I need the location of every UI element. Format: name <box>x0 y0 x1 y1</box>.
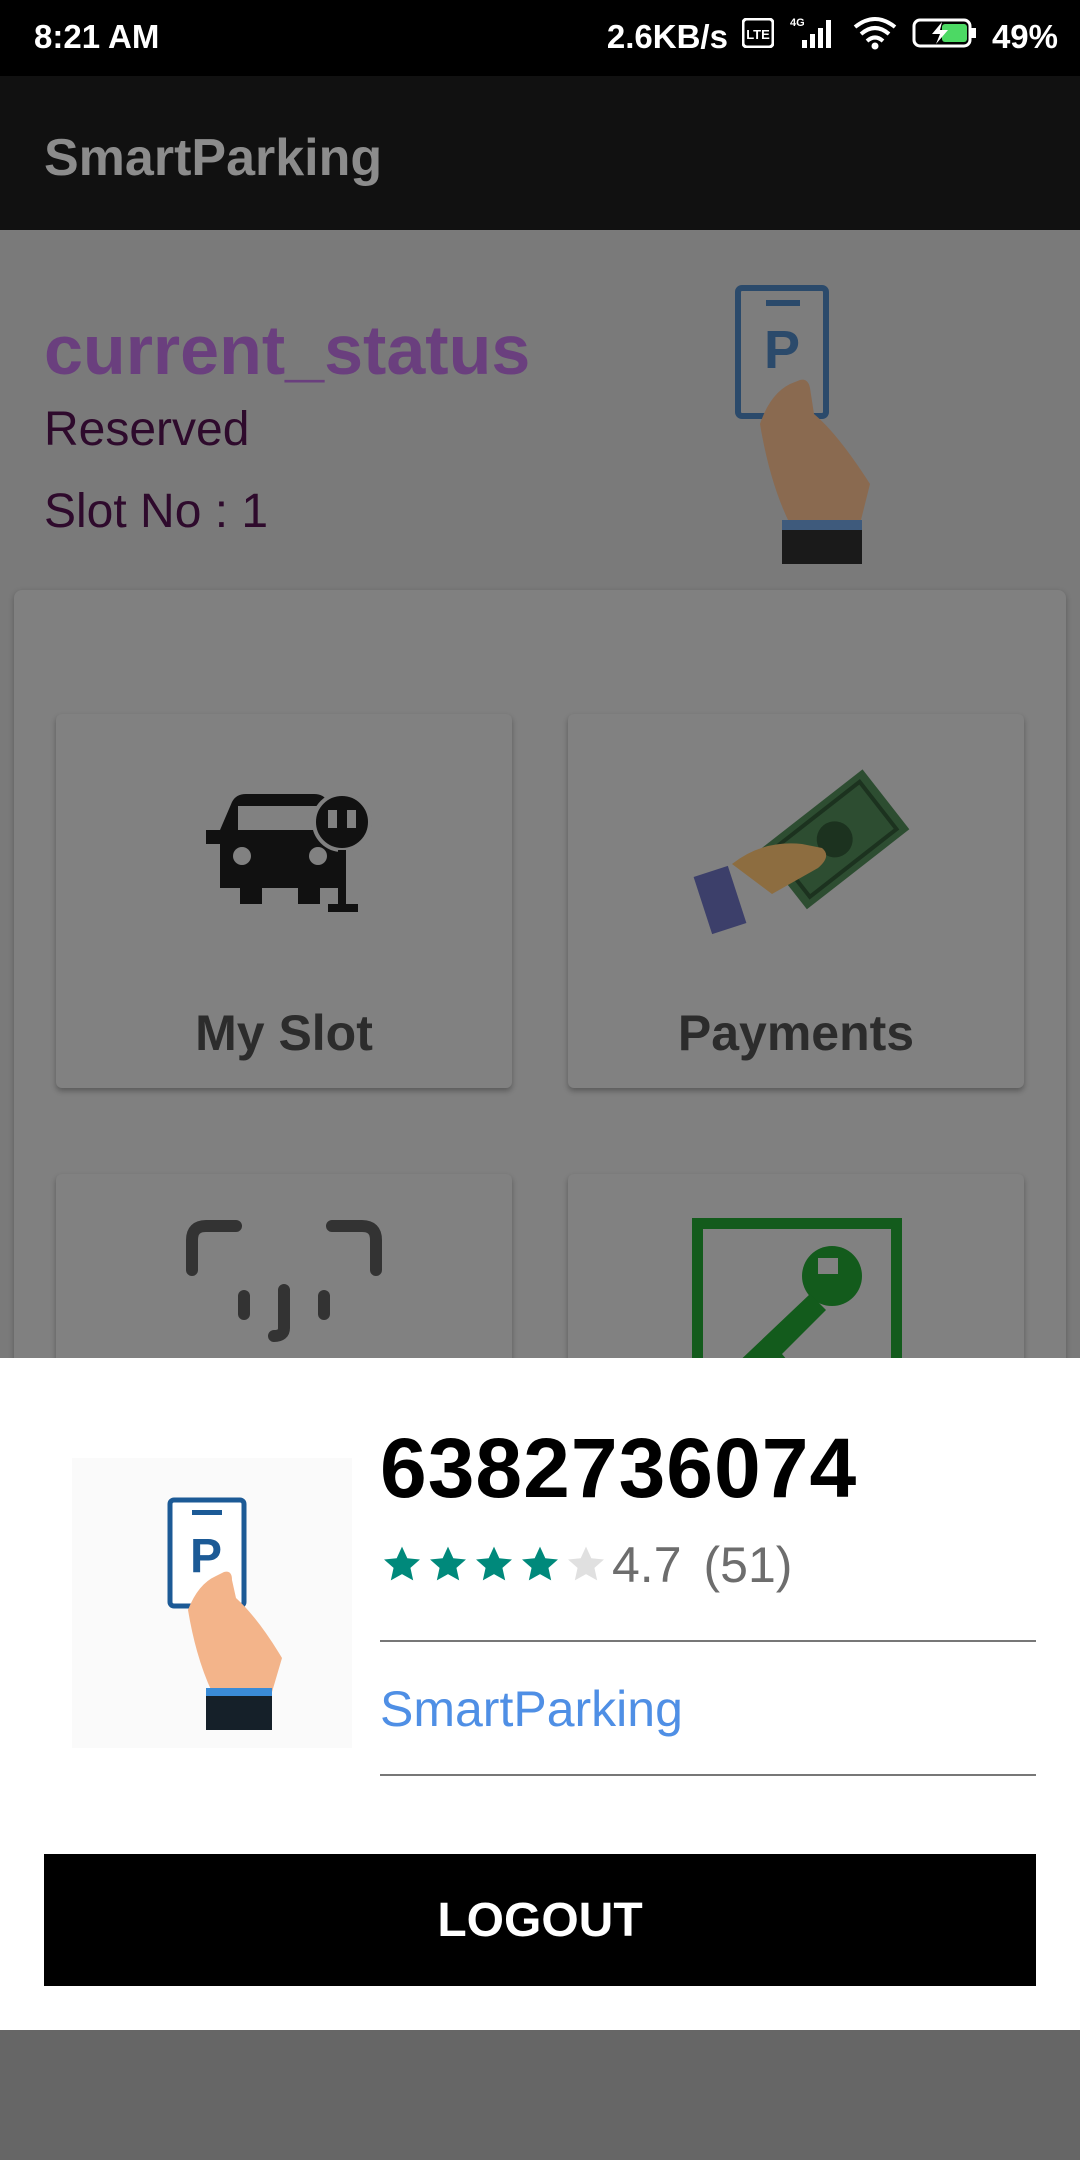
volte-icon: LTE <box>741 17 775 56</box>
star-filled-icon <box>430 1546 466 1581</box>
slot-number: Slot No : 1 <box>44 485 269 538</box>
rating-value: 4.7 <box>612 1537 682 1593</box>
my-slot-label: My Slot <box>195 1005 373 1061</box>
svg-text:4G: 4G <box>790 17 805 29</box>
my-slot-card[interactable]: My Slot <box>56 714 512 1088</box>
battery-percent: 49% <box>991 18 1058 55</box>
app-name-link[interactable]: SmartParking <box>380 1680 683 1738</box>
network-speed: 2.6KB/s <box>606 18 728 55</box>
svg-text:P: P <box>190 1530 222 1583</box>
payments-card[interactable]: Payments <box>568 714 1024 1088</box>
menu-grid: My Slot Payments <box>14 590 1066 1360</box>
star-filled-icon <box>476 1546 512 1581</box>
parking-hand-icon: P <box>730 284 880 569</box>
wifi-icon <box>852 16 898 58</box>
rating-stars <box>380 1543 608 1587</box>
status-icons: 2.6KB/s LTE 4G 49% <box>607 16 1058 58</box>
divider <box>380 1774 1036 1776</box>
star-empty-icon <box>568 1546 604 1581</box>
cellular-signal-icon: 4G <box>788 16 838 58</box>
rating-count: (51) <box>703 1537 793 1593</box>
logout-button[interactable]: LOGOUT <box>44 1854 1036 1986</box>
app-bar: SmartParking <box>0 76 1080 230</box>
face-id-icon <box>186 1220 382 1342</box>
system-nav-bar <box>0 2030 1080 2160</box>
key-icon <box>692 1218 902 1360</box>
status-state: Reserved <box>44 403 250 456</box>
car-parking-icon <box>206 792 372 912</box>
star-filled-icon <box>384 1546 420 1581</box>
app-title: SmartParking <box>44 129 383 187</box>
user-phone-number: 6382736074 <box>380 1421 858 1515</box>
status-time: 8:21 AM <box>34 18 160 55</box>
status-title: current_status <box>44 311 531 389</box>
svg-text:P: P <box>764 320 800 380</box>
divider <box>380 1640 1036 1642</box>
bottom-sheet: P 6382736074 4.7 (51) SmartParking LOGOU… <box>0 1358 1080 2030</box>
star-filled-icon <box>522 1546 558 1581</box>
app-logo: P <box>72 1458 352 1748</box>
main-content-dimmed: current_status Reserved Slot No : 1 P My… <box>0 230 1080 1360</box>
rating-row: 4.7 (51) <box>380 1536 792 1594</box>
status-bar: 8:21 AM 2.6KB/s LTE 4G 49% <box>0 0 1080 76</box>
money-hand-icon <box>693 769 910 935</box>
svg-text:LTE: LTE <box>746 27 770 42</box>
key-card[interactable] <box>568 1174 1024 1360</box>
battery-icon <box>912 16 978 58</box>
payments-label: Payments <box>677 1005 915 1061</box>
face-id-card[interactable] <box>56 1174 512 1360</box>
